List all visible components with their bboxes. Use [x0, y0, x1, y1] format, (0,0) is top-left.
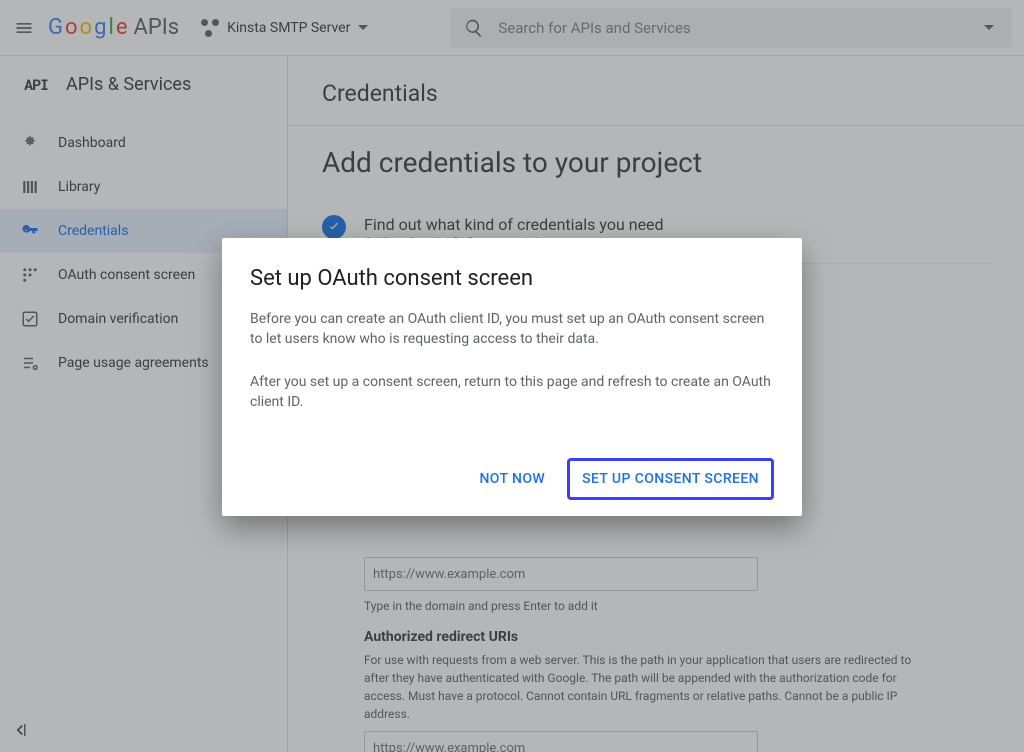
dialog-title: Set up OAuth consent screen	[250, 266, 774, 291]
modal-scrim[interactable]: Set up OAuth consent screen Before you c…	[0, 0, 1024, 752]
setup-consent-button[interactable]: SET UP CONSENT SCREEN	[567, 458, 774, 500]
dialog-paragraph-2: After you set up a consent screen, retur…	[250, 372, 774, 413]
dialog-actions: NOT NOW SET UP CONSENT SCREEN	[250, 458, 774, 500]
oauth-consent-dialog: Set up OAuth consent screen Before you c…	[222, 238, 802, 516]
not-now-button[interactable]: NOT NOW	[467, 458, 557, 500]
dialog-paragraph-1: Before you can create an OAuth client ID…	[250, 309, 774, 350]
